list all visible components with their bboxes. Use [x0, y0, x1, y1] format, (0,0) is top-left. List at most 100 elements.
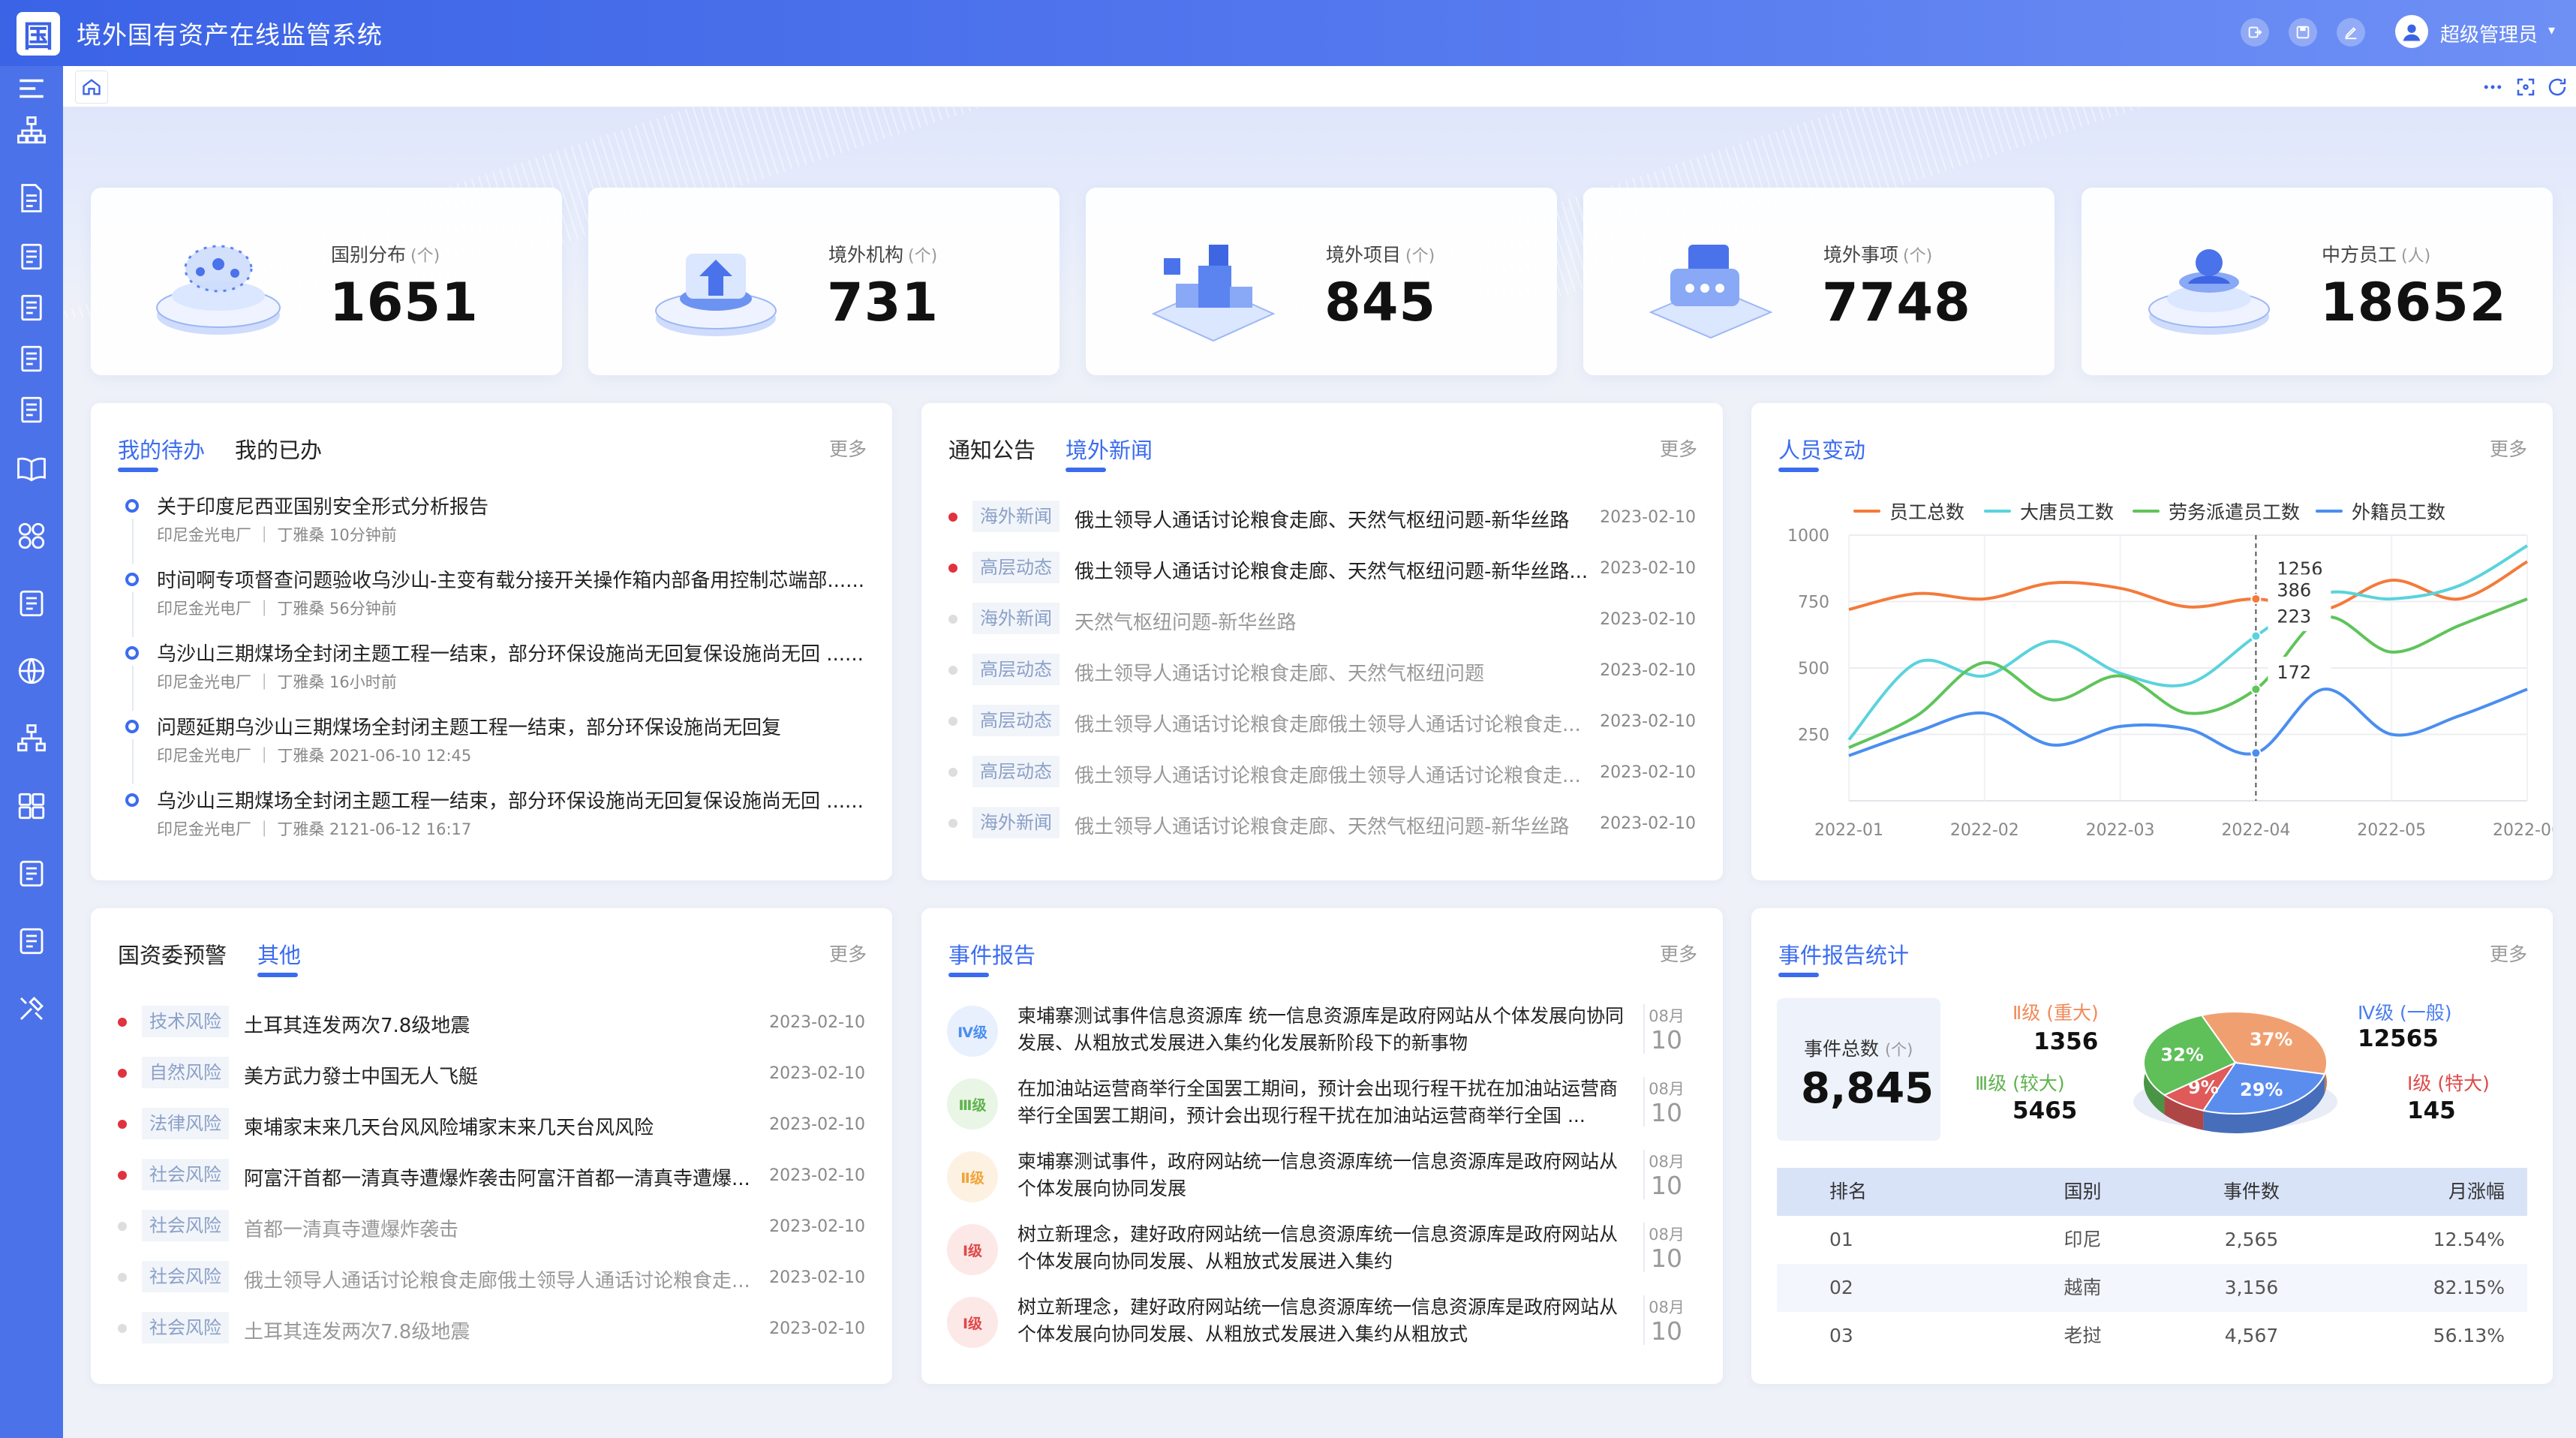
item-date: 2023-02-10 [1600, 559, 1696, 578]
status-dot [118, 1018, 127, 1027]
x-tick-label: 2022-01 [1814, 821, 1883, 840]
table-row[interactable]: 02 越南 3,156 82.15% [1777, 1264, 2527, 1312]
list-item[interactable]: 高层动态 俄土领导人通话讨论粮食走廊、天然气枢纽问题-新华丝路... 2023-… [921, 547, 1723, 598]
globe-icon[interactable] [11, 650, 53, 692]
book-icon[interactable] [11, 447, 53, 489]
save-icon[interactable] [2289, 18, 2317, 47]
series-line [1848, 597, 2528, 750]
stat-card-projects[interactable]: 境外项目 (个) 845 [1086, 188, 1557, 375]
grid-icon[interactable] [11, 785, 53, 827]
more-link[interactable]: 更多 [1660, 940, 1697, 967]
more-link[interactable]: 更多 [1660, 435, 1697, 462]
more-dots-icon[interactable] [2479, 74, 2506, 101]
fullscreen-icon[interactable] [2512, 74, 2539, 101]
edit-icon[interactable] [2337, 18, 2365, 47]
form-icon-2[interactable] [11, 287, 53, 329]
item-text: 天然气枢纽问题-新华丝路 [1075, 612, 1297, 634]
list-item[interactable]: 社会风险 首都一清真寺遭爆炸袭击 2023-02-10 [91, 1205, 892, 1256]
event-item[interactable]: Ⅰ级 树立新理念，建好政府网站统一信息资源库统一信息资源库是政府网站从个体发展向… [921, 1215, 1723, 1287]
report-icon[interactable] [11, 582, 53, 624]
list-item[interactable]: 自然风险 美方武力發士中国无人飞艇 2023-02-10 [91, 1052, 892, 1103]
table-row[interactable]: 01 印尼 2,565 12.54% [1777, 1216, 2527, 1264]
apps-icon[interactable] [11, 515, 53, 557]
stat-card-matters[interactable]: 境外事项 (个) 7748 [1583, 188, 2054, 375]
todo-item[interactable]: 关于印度尼西亚国别安全形式分析报告 印尼金光电厂 ｜ 丁雅桑 10分钟前 [91, 492, 892, 565]
user-avatar[interactable] [2395, 15, 2428, 48]
more-link[interactable]: 更多 [2490, 435, 2527, 462]
event-item[interactable]: Ⅲ级 在加油站运营商举行全国罢工期间，预计会出现行程干扰在加油站运营商举行全国罢… [921, 1069, 1723, 1142]
list-item[interactable]: 社会风险 土耳其连发两次7.8级地震 2023-02-10 [91, 1307, 892, 1358]
list-item[interactable]: 法律风险 柬埔家末来几天台风风险埔家末来几天台风风险 2023-02-10 [91, 1103, 892, 1154]
tab-staff-change[interactable]: 人员变动 [1778, 433, 1865, 465]
todo-item[interactable]: 时间啊专项督查问题验收乌沙山-主变有载分接开关操作箱内部备用控制芯端部.....… [91, 565, 892, 639]
more-link[interactable]: 更多 [2490, 940, 2527, 967]
stat-card-staff[interactable]: 中方员工 (人) 18652 [2082, 188, 2553, 375]
more-link[interactable]: 更多 [829, 940, 867, 967]
user-name[interactable]: 超级管理员 [2440, 20, 2538, 47]
tab-my-todo[interactable]: 我的待办 [118, 433, 205, 465]
event-date: 08月 10 [1643, 1295, 1688, 1345]
todo-item[interactable]: 问题延期乌沙山三期煤场全封闭主题工程一结束，部分环保设施尚无回复 印尼金光电厂 … [91, 712, 892, 786]
list-item[interactable]: 社会风险 阿富汗首都一清真寺遭爆炸袭击阿富汗首都一清真寺遭爆... 2023-0… [91, 1154, 892, 1205]
x-tick-label: 2022-02 [1950, 821, 2019, 840]
more-link[interactable]: 更多 [829, 435, 867, 462]
cell-country: 越南 [2064, 1277, 2102, 1298]
list-item[interactable]: 海外新闻 天然气枢纽问题-新华丝路 2023-02-10 [921, 598, 1723, 649]
cell-rank: 01 [1829, 1229, 1853, 1250]
event-level-badge: Ⅳ级 [950, 1009, 995, 1054]
hierarchy-icon[interactable] [11, 717, 53, 760]
table-header: 排名 国别 事件数 月涨幅 [1777, 1168, 2527, 1216]
cell-country: 印尼 [2064, 1229, 2102, 1250]
export-icon[interactable] [2241, 18, 2269, 47]
table-row[interactable]: 03 老挝 4,567 56.13% [1777, 1312, 2527, 1360]
form-icon-1[interactable] [11, 236, 53, 278]
list-item[interactable]: 高层动态 俄土领导人通话讨论粮食走廊俄土领导人通话讨论粮食走... 2023-0… [921, 700, 1723, 751]
tab-other[interactable]: 其他 [257, 938, 301, 970]
list-item[interactable]: 高层动态 俄土领导人通话讨论粮食走廊俄土领导人通话讨论粮食走... 2023-0… [921, 751, 1723, 802]
todo-item[interactable]: 乌沙山三期煤场全封闭主题工程一结束，部分环保设施尚无回复保设施尚无回 .....… [91, 639, 892, 712]
list-item[interactable]: 技术风险 土耳其连发两次7.8级地震 2023-02-10 [91, 1001, 892, 1052]
todo-meta: 印尼金光电厂 ｜ 丁雅桑 16小时前 [157, 673, 397, 691]
document-icon[interactable] [11, 177, 53, 219]
event-item[interactable]: Ⅳ级 柬埔寨测试事件信息资源库 统一信息资源库是政府网站从个体发展向协同发展、从… [921, 997, 1723, 1069]
legend-item[interactable]: 员工总数 [1853, 498, 1964, 525]
item-date: 2023-02-10 [769, 1064, 865, 1083]
list-icon[interactable] [11, 920, 53, 962]
event-item[interactable]: Ⅱ级 柬埔寨测试事件，政府网站统一信息资源库统一信息资源库是政府网站从个体发展向… [921, 1142, 1723, 1214]
list-item[interactable]: 社会风险 俄土领导人通话讨论粮食走廊俄土领导人通话讨论粮食走... 2023-0… [91, 1256, 892, 1307]
home-tab[interactable] [75, 71, 108, 104]
tab-overseas-news[interactable]: 境外新闻 [1066, 433, 1153, 465]
list-item[interactable]: 海外新闻 俄土领导人通话讨论粮食走廊、天然气枢纽问题-新华丝路 2023-02-… [921, 496, 1723, 547]
stat-card-institutions[interactable]: 境外机构 (个) 731 [588, 188, 1060, 375]
stat-card-countries[interactable]: 国别分布 (个) 1651 [91, 188, 562, 375]
todo-panel: 我的待办 我的已办 更多 关于印度尼西亚国别安全形式分析报告 印尼金光电厂 ｜ … [91, 403, 892, 880]
tab-event-report[interactable]: 事件报告 [948, 938, 1036, 970]
y-tick-label: 500 [1798, 660, 1829, 678]
form-icon-3[interactable] [11, 338, 53, 380]
legend-item[interactable]: 劳务派遣员工数 [2133, 498, 2300, 525]
cell-count: 4,567 [2224, 1325, 2279, 1346]
tab-my-done[interactable]: 我的已办 [235, 433, 322, 465]
app-logo: 国 [17, 12, 60, 56]
list-item[interactable]: 海外新闻 俄土领导人通话讨论粮食走廊、天然气枢纽问题-新华丝路 2023-02-… [921, 802, 1723, 853]
bullet-ring-icon [125, 573, 139, 586]
pie-slice-label: 32% [2160, 1045, 2203, 1066]
menu-toggle-icon[interactable] [11, 68, 53, 110]
tab-sasac-warning[interactable]: 国资委预警 [118, 938, 227, 970]
org-tree-icon[interactable] [11, 110, 53, 152]
list-item[interactable]: 高层动态 俄土领导人通话讨论粮食走廊、天然气枢纽问题 2023-02-10 [921, 649, 1723, 700]
status-dot [118, 1171, 127, 1180]
event-item[interactable]: Ⅰ级 树立新理念，建好政府网站统一信息资源库统一信息资源库是政府网站从个体发展向… [921, 1288, 1723, 1360]
refresh-icon[interactable] [2544, 74, 2571, 101]
level-2-label: Ⅱ级 (重大) [2012, 1002, 2099, 1024]
todo-item[interactable]: 乌沙山三期煤场全封闭主题工程一结束，部分环保设施尚无回复保设施尚无回 .....… [91, 786, 892, 859]
tools-icon[interactable] [11, 988, 53, 1030]
legend-item[interactable]: 外籍员工数 [2316, 498, 2445, 525]
chevron-down-icon[interactable]: ▾ [2548, 23, 2555, 38]
tab-event-stat[interactable]: 事件报告统计 [1778, 938, 1909, 970]
legend-item[interactable]: 大唐员工数 [1984, 498, 2114, 525]
form-icon-4[interactable] [11, 389, 53, 431]
tab-notices[interactable]: 通知公告 [948, 433, 1036, 465]
stat-label: 境外事项 (个) [1823, 244, 1933, 266]
notes-icon[interactable] [11, 853, 53, 895]
